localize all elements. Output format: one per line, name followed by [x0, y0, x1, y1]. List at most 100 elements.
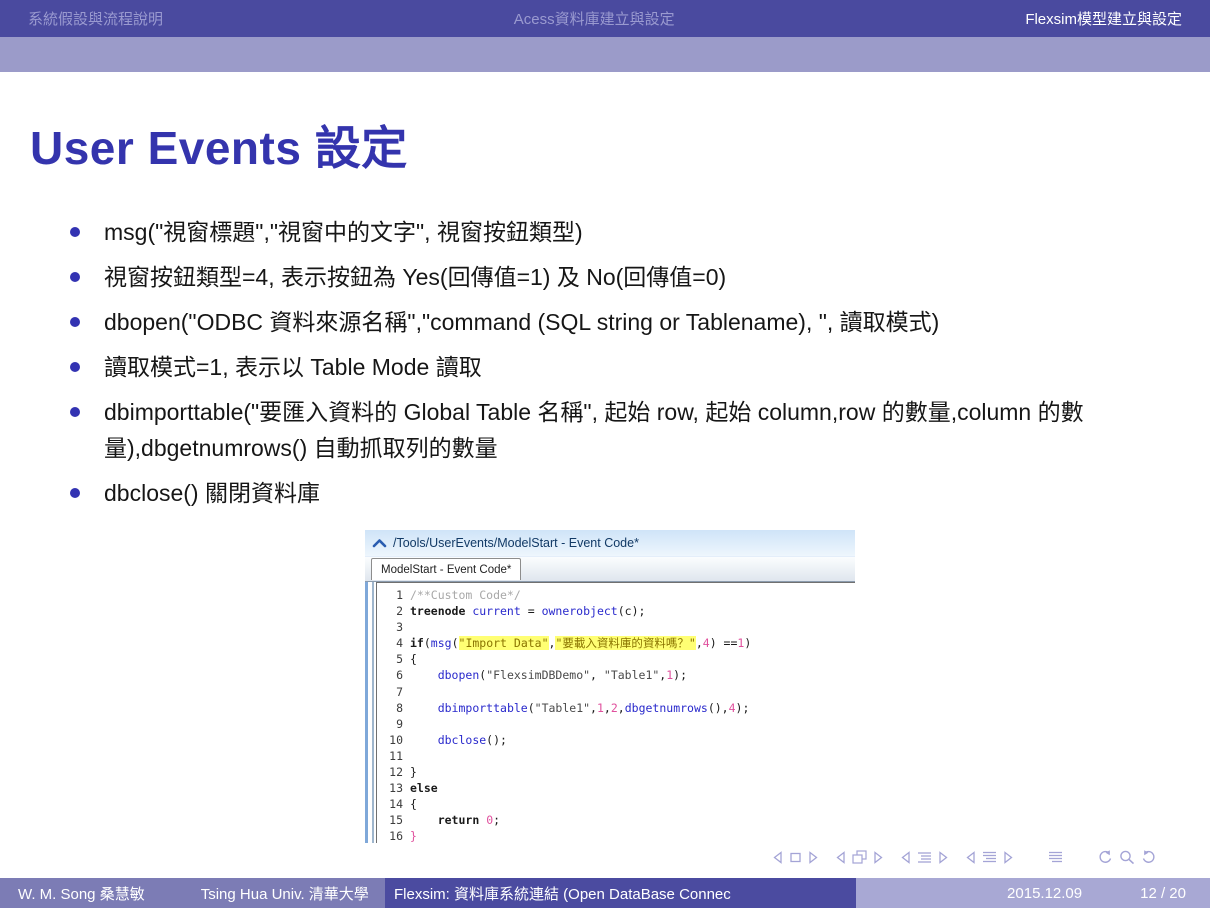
- section-link-2[interactable]: Flexsim模型建立與設定: [1025, 8, 1182, 29]
- footer-date-box: 2015.12.09 12 / 20: [856, 878, 1210, 908]
- line-number: 10: [377, 732, 403, 748]
- bullet-marker: [70, 362, 80, 372]
- section-list-icon: [981, 850, 998, 865]
- code-line-11: 11: [377, 748, 855, 764]
- code-line-10: 10 dbclose();: [377, 732, 855, 748]
- code-line-5: 5{: [377, 651, 855, 667]
- section-navbar: 系統假設與流程說明 Acess資料庫建立與設定 Flexsim模型建立與設定: [0, 0, 1210, 37]
- footer-talk-title: Flexsim: 資料庫系統連結 (Open DataBase Connec: [394, 883, 731, 904]
- editor-tabrow: ModelStart - Event Code*: [365, 557, 855, 582]
- prev-frame-icon: [834, 850, 847, 865]
- subsection-nav-group[interactable]: [899, 850, 950, 865]
- bullet-marker: [70, 272, 80, 282]
- next-slide-icon: [807, 850, 820, 865]
- line-number: 15: [377, 812, 403, 828]
- line-number: 5: [377, 651, 403, 667]
- bullet-list: msg("視窗標題","視窗中的文字", 視窗按鈕類型) 視窗按鈕類型=4, 表示…: [70, 214, 1110, 520]
- document-nav-group[interactable]: [1047, 850, 1064, 865]
- history-search-group[interactable]: [1096, 849, 1158, 866]
- prev-section-icon: [964, 850, 977, 865]
- bullet-text: 讀取模式=1, 表示以 Table Mode 讀取: [104, 354, 482, 380]
- bullet-marker: [70, 407, 80, 417]
- editor-left-border: [365, 582, 368, 843]
- code-line-3: 3: [377, 619, 855, 635]
- frames-icon: [851, 849, 868, 865]
- line-number: 4: [377, 635, 403, 651]
- bullet-text: 視窗按鈕類型=4, 表示按鈕為 Yes(回傳值=1) 及 No(回傳值=0): [104, 264, 726, 290]
- code-line-12: 12}: [377, 764, 855, 780]
- bullet-marker: [70, 488, 80, 498]
- section-nav-group[interactable]: [964, 850, 1015, 865]
- subsection-band: [0, 37, 1210, 72]
- code-line-2: 2treenode current = ownerobject(c);: [377, 603, 855, 619]
- prev-slide-icon: [771, 850, 784, 865]
- bullet-marker: [70, 317, 80, 327]
- bullet-item-2: dbopen("ODBC 資料來源名稱","command (SQL strin…: [70, 304, 1110, 340]
- bullet-item-1: 視窗按鈕類型=4, 表示按鈕為 Yes(回傳值=1) 及 No(回傳值=0): [70, 259, 1110, 295]
- footer-page-number: 12 / 20: [1140, 885, 1186, 902]
- next-frame-icon: [872, 850, 885, 865]
- prev-subsection-icon: [899, 850, 912, 865]
- footer-institute: Tsing Hua Univ. 清華大學: [201, 883, 369, 904]
- line-number: 8: [377, 700, 403, 716]
- code-line-9: 9: [377, 716, 855, 732]
- bullet-item-3: 讀取模式=1, 表示以 Table Mode 讀取: [70, 349, 1110, 385]
- slide: 系統假設與流程說明 Acess資料庫建立與設定 Flexsim模型建立與設定 Use…: [0, 0, 1210, 908]
- footer-author: W. M. Song 桑慧敏: [18, 883, 145, 904]
- line-number: 7: [377, 684, 403, 700]
- footer-author-box: W. M. Song 桑慧敏 Tsing Hua Univ. 清華大學: [0, 878, 385, 908]
- code-line-8: 8 dbimporttable("Table1",1,2,dbgetnumrow…: [377, 700, 855, 716]
- line-number: 13: [377, 780, 403, 796]
- code-line-16: 16}: [377, 828, 855, 843]
- slide-nav-group[interactable]: [771, 850, 820, 865]
- search-icon: [1118, 849, 1136, 866]
- frame-nav-group[interactable]: [834, 849, 885, 865]
- collapse-chevron-icon: [372, 537, 387, 549]
- line-number: 16: [377, 828, 403, 843]
- code-line-7: 7: [377, 684, 855, 700]
- document-icon: [1047, 850, 1064, 865]
- code-line-13: 13else: [377, 780, 855, 796]
- editor-titlebar: /Tools/UserEvents/ModelStart - Event Cod…: [365, 530, 855, 557]
- subsection-list-icon: [916, 850, 933, 865]
- footline: W. M. Song 桑慧敏 Tsing Hua Univ. 清華大學 Flex…: [0, 878, 1210, 908]
- editor-tab: ModelStart - Event Code*: [371, 558, 521, 580]
- beamer-nav-symbols: [771, 846, 1158, 868]
- code-editor-screenshot: /Tools/UserEvents/ModelStart - Event Cod…: [365, 530, 855, 843]
- line-number: 12: [377, 764, 403, 780]
- code-line-6: 6 dbopen("FlexsimDBDemo", "Table1",1);: [377, 667, 855, 683]
- code-line-4: 4if(msg("Import Data","要載入資料庫的資料嗎？",4) =…: [377, 635, 855, 651]
- line-number: 2: [377, 603, 403, 619]
- code-line-14: 14{: [377, 796, 855, 812]
- line-number: 6: [377, 667, 403, 683]
- line-number: 14: [377, 796, 403, 812]
- bullet-marker: [70, 227, 80, 237]
- editor-code-area: 1/**Custom Code*/2treenode current = own…: [365, 582, 855, 843]
- footer-date: 2015.12.09: [1007, 885, 1082, 902]
- bullet-item-4: dbimporttable("要匯入資料的 Global Table 名稱", …: [70, 394, 1110, 466]
- bullet-item-5: dbclose() 關閉資料庫: [70, 475, 1110, 511]
- bullet-text: dbclose() 關閉資料庫: [104, 480, 320, 506]
- code-pane: 1/**Custom Code*/2treenode current = own…: [376, 582, 855, 843]
- page-title: User Events 設定: [30, 112, 408, 178]
- bullet-item-0: msg("視窗標題","視窗中的文字", 視窗按鈕類型): [70, 214, 1110, 250]
- next-section-icon: [1002, 850, 1015, 865]
- line-number: 1: [377, 587, 403, 603]
- line-number: 9: [377, 716, 403, 732]
- next-subsection-icon: [937, 850, 950, 865]
- footer-title-box: Flexsim: 資料庫系統連結 (Open DataBase Connec: [385, 878, 856, 908]
- undo-icon: [1096, 849, 1114, 866]
- bullet-text: dbimporttable("要匯入資料的 Global Table 名稱", …: [104, 399, 1084, 461]
- line-number: 3: [377, 619, 403, 635]
- slide-icon: [788, 850, 803, 865]
- section-link-1[interactable]: Acess資料庫建立與設定: [514, 8, 675, 29]
- bullet-text: msg("視窗標題","視窗中的文字", 視窗按鈕類型): [104, 219, 583, 245]
- code-line-1: 1/**Custom Code*/: [377, 587, 855, 603]
- editor-title: /Tools/UserEvents/ModelStart - Event Cod…: [393, 536, 639, 550]
- section-link-0[interactable]: 系統假設與流程說明: [28, 8, 163, 29]
- code-line-15: 15 return 0;: [377, 812, 855, 828]
- redo-icon: [1140, 849, 1158, 866]
- line-number: 11: [377, 748, 403, 764]
- bullet-text: dbopen("ODBC 資料來源名稱","command (SQL strin…: [104, 309, 939, 335]
- editor-splitter: [372, 582, 374, 843]
